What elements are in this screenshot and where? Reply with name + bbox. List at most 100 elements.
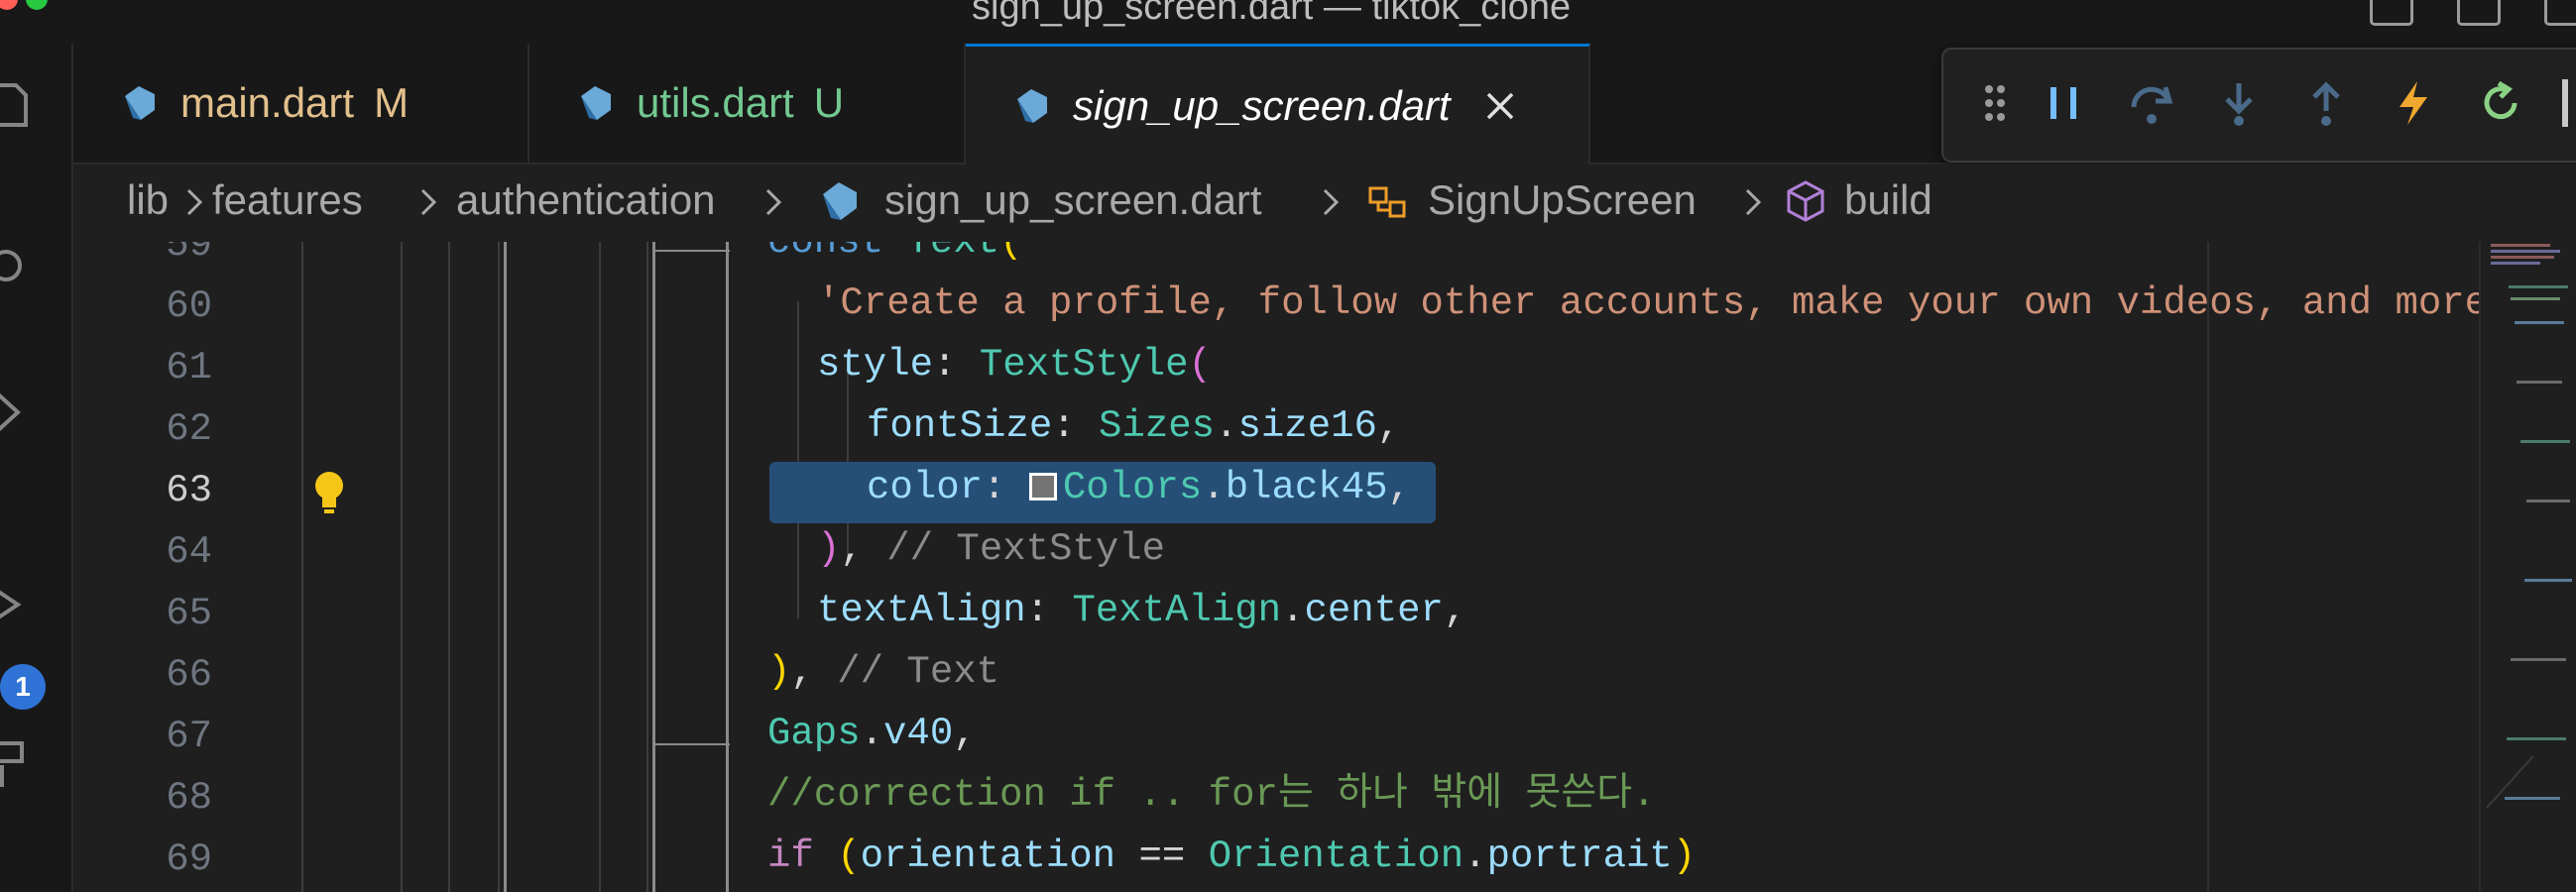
code-token: . [1215, 404, 1238, 448]
method-symbol-icon [1787, 180, 1824, 222]
breadcrumb-class[interactable]: SignUpScreen [1428, 176, 1697, 224]
class-symbol-icon [1368, 186, 1406, 218]
code-line[interactable]: ), // TextStyle [817, 518, 1165, 580]
code-line[interactable]: 'Create a profile, follow other accounts… [817, 273, 2488, 334]
code-token: ( [837, 835, 861, 878]
tab-label: main.dart [180, 79, 355, 126]
indent-guide [599, 242, 601, 892]
code-token: //correction if .. for는 하나 밖에 못쓴다. [767, 773, 1656, 817]
lightbulb-icon[interactable] [309, 468, 349, 517]
breadcrumb-features[interactable]: features [212, 176, 363, 224]
code-token: , [790, 650, 838, 694]
code-token: center [1304, 589, 1444, 632]
code-token: , [1443, 589, 1467, 632]
line-number: 60 [166, 284, 212, 328]
indent-guide [401, 242, 403, 892]
debug-badge: 1 [0, 664, 46, 710]
indent-guide [646, 242, 648, 892]
code-token: == [1115, 835, 1209, 878]
code-token: : [983, 466, 1029, 509]
debug-toolbar [1941, 48, 2576, 163]
zoom-window-button[interactable] [26, 0, 48, 10]
code-token: , [953, 712, 977, 755]
tab-sign-up-screen-dart[interactable]: sign_up_screen.dart [966, 44, 1590, 165]
line-number: 61 [166, 346, 212, 390]
code-line[interactable]: const Text( [767, 242, 1022, 273]
breadcrumb-authentication[interactable]: authentication [456, 176, 716, 224]
line-number: 68 [166, 776, 212, 820]
code-token: // TextStyle [886, 527, 1166, 571]
code-line[interactable]: if (orientation == Orientation.portrait) [767, 826, 1696, 887]
tab-main-dart[interactable]: main.dart M [73, 44, 529, 163]
toggle-sidebar-icon[interactable] [2370, 0, 2413, 26]
chevron-right-icon [186, 188, 203, 216]
chevron-right-icon [1323, 188, 1340, 216]
code-line[interactable]: Gaps.v40, [767, 703, 977, 764]
hot-reload-icon[interactable] [2388, 77, 2439, 129]
indent-guide [652, 242, 655, 892]
code-line[interactable]: ), // Text [767, 641, 999, 703]
code-editor[interactable]: 59 60 61 62 63 64 65 66 67 68 69 const Text('Creat… [73, 242, 2576, 892]
tab-label: utils.dart [637, 79, 794, 126]
line-number: 69 [166, 837, 212, 881]
step-over-icon[interactable] [2126, 77, 2177, 129]
explorer-icon[interactable] [0, 79, 32, 131]
extensions-icon[interactable] [0, 737, 32, 789]
step-into-icon[interactable] [2213, 77, 2265, 129]
toggle-secondary-sidebar-icon[interactable] [2544, 0, 2576, 26]
breadcrumb: lib features authentication sign_up_scre… [73, 165, 2576, 242]
line-number: 67 [166, 715, 212, 758]
line-number: 62 [166, 407, 212, 451]
code-token: : [933, 343, 980, 387]
code-token: . [860, 712, 884, 755]
tree-connector [652, 743, 730, 745]
restart-icon[interactable] [2475, 77, 2526, 129]
tab-utils-dart[interactable]: utils.dart U [529, 44, 966, 163]
toggle-panel-icon[interactable] [2457, 0, 2501, 26]
search-icon[interactable] [0, 242, 32, 293]
code-line[interactable]: fontSize: Sizes.size16, [867, 395, 1400, 457]
breadcrumb-file[interactable]: sign_up_screen.dart [884, 176, 1262, 224]
color-swatch-icon[interactable] [1028, 473, 1057, 501]
title-bar: sign_up_screen.dart — tiktok_clone [0, 0, 2576, 45]
breadcrumb-method[interactable]: build [1844, 176, 1932, 224]
code-token: ) [817, 527, 841, 571]
stop-icon[interactable] [2562, 79, 2568, 127]
close-tab-icon[interactable] [1482, 88, 1518, 124]
ruler-line [2207, 242, 2209, 892]
code-line[interactable]: style: TextStyle( [817, 334, 1212, 395]
breadcrumb-lib[interactable]: lib [127, 176, 169, 224]
close-window-button[interactable] [0, 0, 18, 10]
run-debug-icon[interactable] [0, 579, 32, 630]
code-token: if [767, 835, 838, 878]
indent-guide [498, 242, 500, 892]
dart-file-icon [823, 182, 857, 220]
source-control-icon[interactable] [0, 387, 32, 438]
code-token: size16 [1237, 404, 1377, 448]
indent-guide [504, 242, 507, 892]
code-token: ) [1672, 835, 1697, 878]
code-token: Sizes [1099, 404, 1216, 448]
code-token: . [1281, 589, 1305, 632]
line-number: 66 [166, 653, 212, 697]
drag-handle-icon[interactable] [1969, 77, 2021, 129]
code-token: // Text [837, 650, 1000, 694]
chevron-right-icon [1745, 188, 1762, 216]
tab-label: sign_up_screen.dart [1073, 81, 1451, 129]
code-token: TextAlign [1072, 589, 1282, 632]
code-token: TextStyle [979, 343, 1189, 387]
code-line[interactable]: textAlign: TextAlign.center, [817, 580, 1466, 641]
pause-icon[interactable] [2039, 77, 2090, 129]
code-token: const [767, 242, 907, 264]
code-line[interactable]: //correction if .. for는 하나 밖에 못쓴다. [767, 764, 1656, 826]
code-token: Orientation [1208, 835, 1464, 878]
tree-connector [652, 250, 730, 252]
code-line[interactable]: color: Colors.black45, [867, 457, 1411, 518]
code-token: 'Create a profile, follow other accounts… [817, 281, 2489, 325]
dart-file-icon [125, 86, 155, 120]
code-token: v40 [883, 712, 954, 755]
minimap[interactable] [2479, 242, 2576, 892]
step-out-icon[interactable] [2300, 77, 2352, 129]
code-token: black45 [1225, 466, 1388, 509]
code-token: Text [906, 242, 1000, 264]
